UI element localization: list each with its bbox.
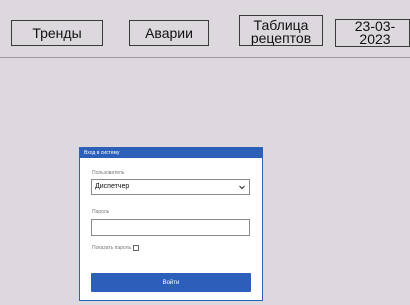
show-password-row: Показать пароль [92,245,140,251]
user-select-value: Диспетчер [95,183,130,190]
password-label: Пароль [92,209,110,215]
password-input[interactable] [91,219,250,236]
login-button[interactable]: Войти [91,273,251,292]
top-nav-bar: Тренды Аварии Таблица рецептов 23-03-202… [0,0,410,58]
chevron-down-icon [239,185,245,190]
user-label: Пользователь [92,170,125,176]
date-display: 23-03-2023 [335,19,410,47]
recipe-table-button[interactable]: Таблица рецептов [239,15,323,46]
login-dialog: Вход в систему Пользователь Диспетчер Па… [79,147,263,301]
show-password-checkbox[interactable] [133,245,140,251]
trends-button[interactable]: Тренды [11,20,103,46]
alarms-button[interactable]: Аварии [129,20,209,46]
show-password-label: Показать пароль [92,245,132,251]
dialog-title: Вход в систему [80,148,262,158]
user-select[interactable]: Диспетчер [91,179,250,195]
